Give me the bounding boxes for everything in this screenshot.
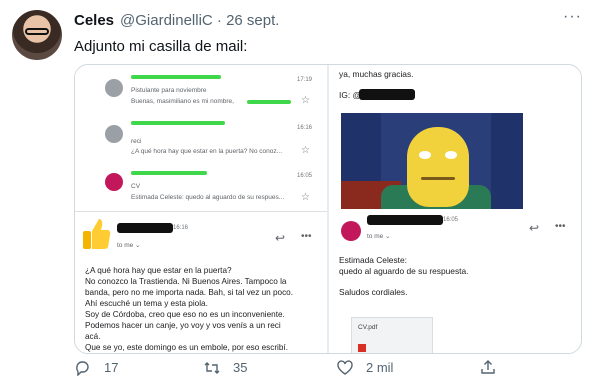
sender-avatar <box>341 221 361 241</box>
body-line: Que se yo, este domingo es un embole, po… <box>85 343 288 352</box>
mail-snippet: Estimada Celeste: quedo al aguardo de su… <box>131 194 285 201</box>
reply-bubble-icon <box>74 361 90 380</box>
mail-time: 17:19 <box>297 77 313 83</box>
body-line: Soy de Córdoba, creo que eso no es un in… <box>85 310 285 319</box>
cartoon-image <box>341 113 523 209</box>
mail-snippet: ¿A qué hora hay que estar en la puerta? … <box>131 148 283 155</box>
pdf-icon <box>358 344 366 352</box>
reply-icon: ↩ <box>529 221 540 235</box>
mail-subject: CV <box>131 183 141 190</box>
sender-avatar <box>105 125 123 143</box>
reply-count: 17 <box>104 360 119 375</box>
mail-time: 16:05 <box>297 173 313 179</box>
share-action[interactable] <box>480 359 496 380</box>
retweet-action[interactable] <box>203 360 221 381</box>
body-line: Podemos hacer un canje, yo voy y vos ven… <box>85 321 281 330</box>
reply-action[interactable] <box>74 360 90 381</box>
mail-closing: Saludos cordiales. <box>339 287 408 297</box>
retweet-count: 35 <box>233 360 248 375</box>
inbox-item: 16:05 CV Estimada Celeste: quedo al agua… <box>79 165 324 209</box>
star-icon: ☆ <box>301 192 310 203</box>
mail-time: 16:05 <box>443 217 459 223</box>
mail-time: 16:16 <box>173 225 189 231</box>
mail-time: 16:16 <box>297 125 313 131</box>
mail-body: ¿A qué hora hay que estar en la puerta? … <box>85 265 325 353</box>
mail-subject: reci <box>131 138 142 145</box>
body-line: No conozco la Trastienda. Ni Buenos Aire… <box>85 277 287 286</box>
sender-avatar <box>105 79 123 97</box>
attachment-name: CV.pdf <box>358 324 378 331</box>
reply-text: ya, muchas gracias. <box>339 69 414 79</box>
inbox-item: 17:19 Pistulante para noviembre Buenas, … <box>79 71 324 115</box>
redaction-bar <box>131 75 221 79</box>
avatar-glasses <box>25 28 49 35</box>
redaction-bar <box>131 171 207 175</box>
mail-snippet: Buenas, masimiliano es mi nombre, <box>131 98 234 105</box>
author-name[interactable]: Celes <box>74 12 114 29</box>
thumbs-up-icon <box>81 217 111 251</box>
like-action[interactable] <box>336 360 354 381</box>
body-line: banda, pero no me importa nada. Bah, si … <box>85 288 294 297</box>
more-icon: ••• <box>555 221 566 232</box>
heart-icon <box>336 360 354 380</box>
redaction-bar <box>131 121 225 125</box>
share-icon <box>480 360 496 379</box>
author-avatar[interactable] <box>12 10 62 60</box>
separator <box>75 211 327 212</box>
redaction-bar <box>117 223 173 233</box>
mail-line: quedo al aguardo de su respuesta. <box>339 266 469 276</box>
retweet-icon <box>203 362 221 380</box>
author-handle[interactable]: @GiardinelliC · 26 sept. <box>120 12 279 29</box>
more-options-icon[interactable]: ··· <box>563 8 582 26</box>
body-line: Ahí escuché un tema y esta piola. <box>85 299 208 308</box>
star-icon: ☆ <box>301 145 310 156</box>
left-screenshot: 17:19 Pistulante para noviembre Buenas, … <box>75 65 327 353</box>
more-icon: ••• <box>301 231 312 242</box>
redaction-bar <box>247 100 291 104</box>
inbox-item: 16:16 reci ¿A qué hora hay que estar en … <box>79 117 324 161</box>
sender-avatar <box>105 173 123 191</box>
star-icon: ☆ <box>301 95 310 106</box>
reply-icon: ↩ <box>275 231 286 245</box>
like-count: 2 mil <box>366 360 394 375</box>
tweet-text: Adjunto mi casilla de mail: <box>74 38 248 55</box>
redaction-bar <box>359 89 415 100</box>
tweet-image[interactable]: 17:19 Pistulante para noviembre Buenas, … <box>74 64 582 354</box>
body-line: acá. <box>85 332 101 341</box>
right-screenshot: ya, muchas gracias. IG: @ 16:05 to me ⌄ … <box>329 65 581 353</box>
attachment-card: CV.pdf <box>351 317 433 353</box>
recipient-label: to me ⌄ <box>117 242 141 249</box>
body-line: ¿A qué hora hay que estar en la puerta? <box>85 266 232 275</box>
recipient-label: to me ⌄ <box>367 233 391 240</box>
mail-greeting: Estimada Celeste: <box>339 255 407 265</box>
ig-label: IG: @ <box>339 90 361 100</box>
mail-subject: Pistulante para noviembre <box>131 87 207 94</box>
redaction-bar <box>367 215 443 225</box>
